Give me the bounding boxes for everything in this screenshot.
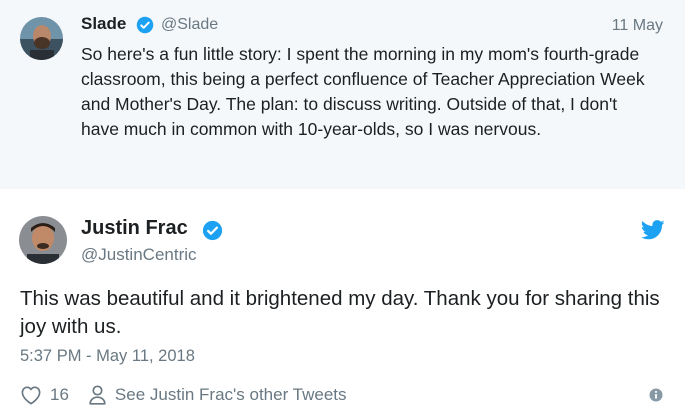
parent-tweet[interactable]: Slade @Slade 11 May So here's a fun litt… [0,0,685,189]
person-icon [89,385,106,405]
verified-badge-icon [202,220,223,241]
tweet-text: This was beautiful and it brightened my … [20,287,660,338]
author-handle[interactable]: @JustinCentric [81,245,197,265]
tweet-timestamp[interactable]: 5:37 PM - May 11, 2018 [20,347,195,366]
like-count[interactable]: 16 [50,385,69,405]
parent-tweet-date[interactable]: 11 May [612,17,663,35]
tweet-actions: 16 See Justin Frac's other Tweets [20,383,347,407]
author-name[interactable]: Justin Frac [81,217,188,240]
parent-avatar[interactable] [20,17,63,60]
author-avatar-image [19,216,67,264]
see-other-tweets-link[interactable]: See Justin Frac's other Tweets [115,385,347,405]
info-icon[interactable] [649,388,663,402]
twitter-bird-icon[interactable] [641,219,665,241]
parent-avatar-image [20,17,63,60]
parent-author-name[interactable]: Slade [81,14,126,34]
parent-tweet-text: So here's a fun little story: I spent th… [81,44,645,139]
verified-badge-icon [136,16,154,34]
author-avatar[interactable] [19,216,67,264]
parent-author-handle[interactable]: @Slade [161,16,218,34]
heart-icon[interactable] [20,385,42,405]
